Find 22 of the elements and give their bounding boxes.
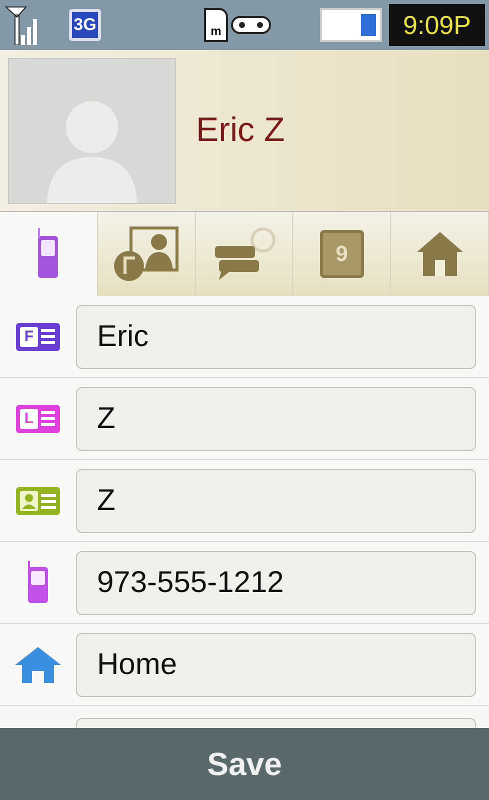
phone-icon xyxy=(36,228,60,280)
text-field[interactable]: Z xyxy=(76,468,476,532)
battery-icon xyxy=(320,8,382,42)
tab[interactable] xyxy=(98,212,196,296)
network-badge: 3G xyxy=(69,9,101,41)
home-icon xyxy=(414,230,465,278)
clock: 9:09P xyxy=(389,4,485,46)
text-field[interactable]: Z xyxy=(76,386,476,450)
tab[interactable] xyxy=(391,212,489,296)
name-card-icon: F xyxy=(16,322,60,350)
sim-card-icon: m xyxy=(204,8,228,42)
save-button[interactable]: Save xyxy=(0,728,489,800)
music-contact-icon xyxy=(111,226,182,282)
text-field[interactable]: Eric xyxy=(76,304,476,368)
tab[interactable] xyxy=(196,212,294,296)
calendar-icon: 9 xyxy=(320,230,364,278)
text-field[interactable]: 973-555-1212 xyxy=(76,550,476,614)
signal-icon xyxy=(4,5,38,45)
voicemail-icon xyxy=(231,15,271,35)
name-card-icon: L xyxy=(16,404,60,432)
text-field[interactable]: Home xyxy=(76,632,476,696)
contact-name: Eric Z xyxy=(196,110,285,151)
